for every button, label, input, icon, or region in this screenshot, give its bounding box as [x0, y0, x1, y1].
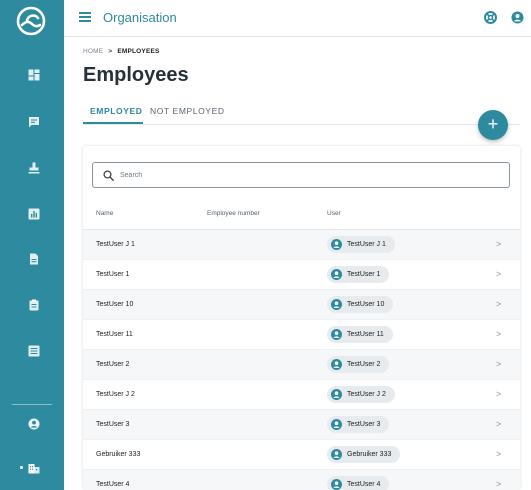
organisation-icon[interactable] — [28, 462, 40, 474]
account-icon — [331, 449, 342, 460]
table-row[interactable]: TestUser J 2 TestUser J 2 > — [83, 380, 520, 410]
top-bar: Organisation — [64, 0, 531, 37]
breadcrumb-current: EMPLOYEES — [117, 48, 160, 55]
chevron-right-icon[interactable]: > — [496, 329, 501, 339]
chevron-right-icon[interactable]: > — [496, 479, 501, 489]
user-chip-label: TestUser 2 — [347, 361, 381, 368]
user-chip[interactable]: Gebruiker 333 — [327, 446, 401, 463]
table-row[interactable]: TestUser 11 TestUser 11 > — [83, 320, 520, 350]
user-chip[interactable]: TestUser 3 — [327, 416, 390, 433]
user-chip-label: Gebruiker 333 — [347, 451, 392, 458]
search-box[interactable] — [92, 162, 510, 188]
account-icon — [331, 239, 342, 250]
user-chip[interactable]: TestUser 4 — [327, 476, 390, 490]
user-chip-label: TestUser 11 — [347, 331, 384, 338]
employee-name: TestUser 3 — [96, 421, 130, 428]
search-input[interactable] — [120, 167, 500, 183]
table-row[interactable]: TestUser 3 TestUser 3 > — [83, 410, 520, 440]
sidebar-divider — [12, 404, 52, 405]
column-header-name[interactable]: Name — [96, 210, 113, 217]
sidebar — [0, 0, 64, 490]
list-icon[interactable] — [28, 345, 40, 357]
account-icon[interactable] — [28, 418, 40, 430]
table-body: TestUser J 1 TestUser J 1 > TestUser 1 TestU… — [83, 230, 520, 490]
user-chip[interactable]: TestUser 2 — [327, 356, 390, 373]
search-icon — [103, 170, 114, 181]
tab-not-employed[interactable]: NOT EMPLOYED — [150, 106, 225, 116]
dashboard-icon[interactable] — [28, 69, 40, 81]
user-chip-label: TestUser J 1 — [347, 241, 386, 248]
breadcrumb: HOME > EMPLOYEES — [83, 48, 160, 55]
clipboard-icon[interactable] — [28, 299, 40, 311]
chevron-right-icon[interactable]: > — [496, 239, 501, 249]
employees-card: Name Employee number User TestUser J 1Te… — [83, 146, 520, 490]
user-chip[interactable]: TestUser 10 — [327, 296, 394, 313]
chart-icon[interactable] — [28, 208, 40, 220]
chevron-right-icon[interactable]: > — [496, 299, 501, 309]
chat-icon[interactable] — [28, 116, 40, 128]
document-icon[interactable] — [28, 253, 40, 265]
hamburger-icon[interactable] — [79, 12, 91, 22]
table-row[interactable]: Gebruiker 333 Gebruiker 333 > — [83, 440, 520, 470]
account-icon — [331, 329, 342, 340]
employee-name: TestUser 10 — [96, 301, 134, 308]
app-title: Organisation — [103, 10, 177, 25]
table-row[interactable]: TestUser 10 TestUser 10 > — [83, 290, 520, 320]
employee-name: TestUser 1 — [96, 271, 130, 278]
chevron-right-icon[interactable]: > — [496, 449, 501, 459]
active-indicator-dot — [20, 466, 23, 469]
account-icon — [331, 269, 342, 280]
user-chip-label: TestUser 3 — [347, 421, 381, 428]
table-row[interactable]: TestUser 2 TestUser 2 > — [83, 350, 520, 380]
user-chip-label: TestUser 4 — [347, 481, 381, 488]
employee-name: TestUser 4 — [96, 481, 130, 488]
account-icon[interactable] — [511, 11, 524, 24]
employee-name: Gebruiker 333 — [96, 451, 141, 458]
column-header-employee-number[interactable]: Employee number — [207, 210, 260, 217]
tab-employed[interactable]: EMPLOYED — [90, 106, 143, 116]
table-row[interactable]: TestUser J 1 TestUser J 1 > — [83, 230, 520, 260]
account-icon — [331, 299, 342, 310]
column-header-user[interactable]: User — [327, 210, 341, 217]
employee-name: TestUser J 1 — [96, 241, 135, 248]
user-chip[interactable]: TestUser 11 — [327, 326, 393, 343]
chevron-right-icon[interactable]: > — [496, 419, 501, 429]
employee-name: TestUser J 2 — [96, 391, 135, 398]
user-chip[interactable]: TestUser J 2 — [327, 386, 395, 403]
table-row[interactable]: TestUser 4 TestUser 4 > — [83, 470, 520, 490]
chevron-right-icon[interactable]: > — [496, 269, 501, 279]
active-tab-indicator — [83, 122, 143, 124]
chevron-right-icon[interactable]: > — [496, 359, 501, 369]
stamp-icon[interactable] — [28, 162, 40, 174]
user-chip-label: TestUser 10 — [347, 301, 385, 308]
user-chip-label: TestUser 1 — [347, 271, 381, 278]
employee-name: TestUser 11 — [96, 331, 133, 338]
page-title: Employees — [83, 64, 189, 86]
account-icon — [331, 479, 342, 490]
tab-divider — [83, 124, 520, 125]
chevron-right-icon[interactable]: > — [496, 389, 501, 399]
wave-logo-icon[interactable] — [15, 5, 47, 37]
support-icon[interactable] — [484, 11, 497, 24]
account-icon — [331, 359, 342, 370]
user-chip[interactable]: TestUser J 1 — [327, 236, 395, 253]
employee-name: TestUser 2 — [96, 361, 130, 368]
breadcrumb-home[interactable]: HOME — [83, 48, 103, 55]
user-chip-label: TestUser J 2 — [347, 391, 386, 398]
breadcrumb-separator: > — [108, 48, 113, 55]
account-icon — [331, 389, 342, 400]
add-employee-button[interactable]: + — [478, 110, 508, 140]
user-chip[interactable]: TestUser 1 — [327, 266, 390, 283]
table-row[interactable]: TestUser 1 TestUser 1 > — [83, 260, 520, 290]
account-icon — [331, 419, 342, 430]
